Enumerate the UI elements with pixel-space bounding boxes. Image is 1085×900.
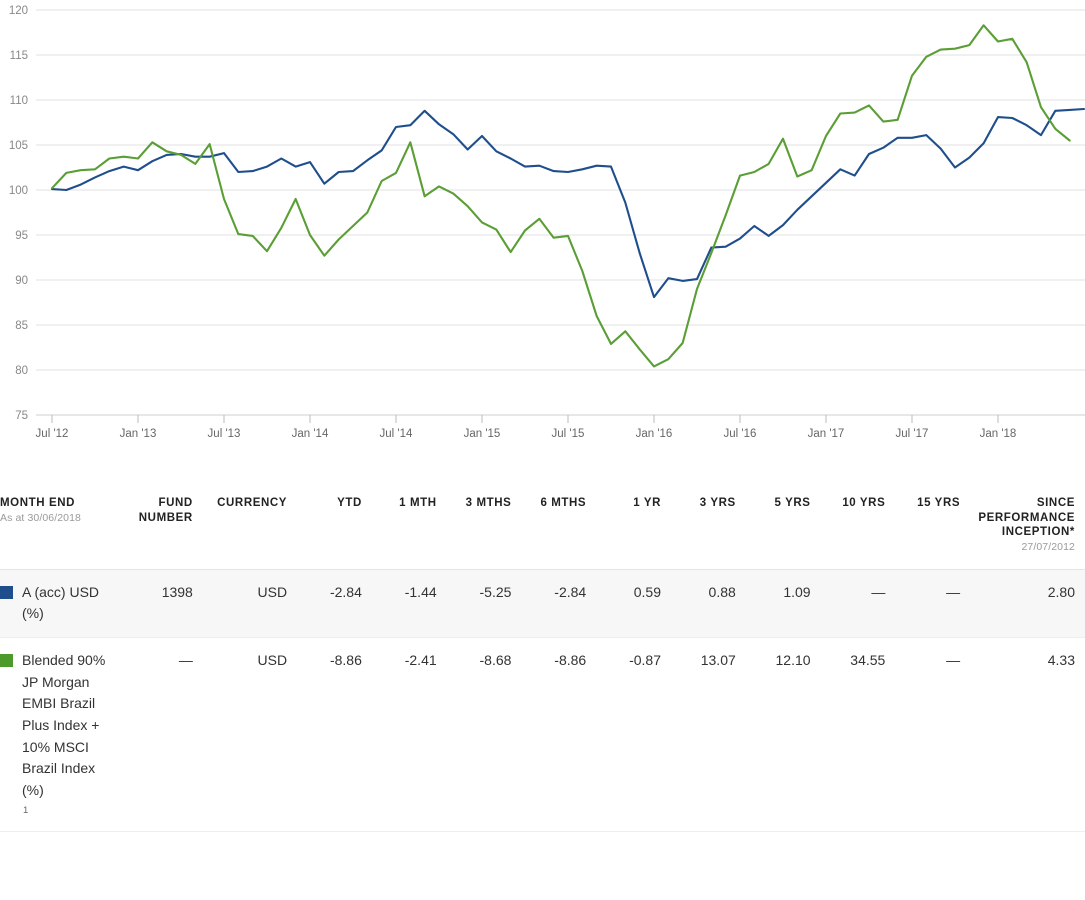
performance-chart: 75 80 85 90 95 100 105 110 115 120 Jul '12 Jan '13… xyxy=(0,0,1085,470)
row-name-label: A (acc) USD (%) xyxy=(22,584,99,622)
header-since-inception-date: 27/07/2012 xyxy=(970,541,1075,554)
chart-canvas: 75 80 85 90 95 100 105 110 115 120 Jul '12 Jan '13… xyxy=(0,0,1085,470)
row-name-cell: A (acc) USD (%) xyxy=(0,569,123,637)
table-row: A (acc) USD (%) 1398 USD -2.84 -1.44 -5.… xyxy=(0,569,1085,637)
x-axis-tick-label: Jan '15 xyxy=(464,428,501,440)
row-name-cell: Blended 90% JP Morgan EMBI Brazil Plus I… xyxy=(0,637,123,831)
chart-series xyxy=(52,25,1084,366)
header-3-mths: 3 MTHS xyxy=(447,488,522,569)
cell-3-mths: -8.68 xyxy=(447,637,522,831)
y-axis-tick-label: 100 xyxy=(9,185,28,197)
cell-3-yrs: 0.88 xyxy=(671,569,746,637)
cell-1-yr: 0.59 xyxy=(596,569,671,637)
cell-10-yrs: — xyxy=(821,569,896,637)
cell-since-inception: 4.33 xyxy=(970,637,1085,831)
table-row: Blended 90% JP Morgan EMBI Brazil Plus I… xyxy=(0,637,1085,831)
header-since-inception: SINCE PERFORMANCE INCEPTION* 27/07/2012 xyxy=(970,488,1085,569)
cell-6-mths: -8.86 xyxy=(521,637,596,831)
x-axis-ticks xyxy=(52,415,998,423)
cell-fund-number: 1398 xyxy=(123,569,203,637)
cell-5-yrs: 12.10 xyxy=(746,637,821,831)
x-axis-tick-label: Jul '13 xyxy=(208,428,241,440)
y-axis-labels: 75 80 85 90 95 100 105 110 115 120 xyxy=(9,5,28,422)
row-name-label: Blended 90% JP Morgan EMBI Brazil Plus I… xyxy=(22,652,105,798)
cell-1-yr: -0.87 xyxy=(596,637,671,831)
header-1-yr: 1 YR xyxy=(596,488,671,569)
cell-ytd: -2.84 xyxy=(297,569,372,637)
header-3-yrs: 3 YRS xyxy=(671,488,746,569)
benchmark-series-line xyxy=(52,25,1070,366)
cell-15-yrs: — xyxy=(895,637,970,831)
cell-5-yrs: 1.09 xyxy=(746,569,821,637)
series-color-swatch xyxy=(0,654,13,667)
y-axis-tick-label: 115 xyxy=(10,50,28,62)
performance-table: MONTH END As at 30/06/2018 FUND NUMBER C… xyxy=(0,488,1085,832)
header-month-end-date: As at 30/06/2018 xyxy=(0,512,117,525)
header-month-end: MONTH END As at 30/06/2018 xyxy=(0,488,123,569)
y-axis-tick-label: 110 xyxy=(10,95,28,107)
cell-10-yrs: 34.55 xyxy=(821,637,896,831)
chart-gridlines xyxy=(36,10,1085,415)
x-axis-labels: Jul '12 Jan '13 Jul '13 Jan '14 Jul '14 Jan '… xyxy=(36,428,1017,440)
x-axis-tick-label: Jul '12 xyxy=(36,428,69,440)
x-axis-tick-label: Jan '16 xyxy=(636,428,673,440)
cell-3-mths: -5.25 xyxy=(447,569,522,637)
header-fund-number: FUND NUMBER xyxy=(123,488,203,569)
x-axis-tick-label: Jan '18 xyxy=(980,428,1017,440)
header-currency: CURRENCY xyxy=(203,488,297,569)
y-axis-tick-label: 90 xyxy=(15,275,28,287)
cell-currency: USD xyxy=(203,569,297,637)
y-axis-tick-label: 105 xyxy=(9,140,28,152)
x-axis-tick-label: Jul '15 xyxy=(552,428,585,440)
series-color-swatch xyxy=(0,586,13,599)
x-axis-tick-label: Jul '17 xyxy=(896,428,929,440)
cell-fund-number: — xyxy=(123,637,203,831)
cell-ytd: -8.86 xyxy=(297,637,372,831)
header-since-inception-label: SINCE PERFORMANCE INCEPTION* xyxy=(978,497,1075,538)
y-axis-tick-label: 80 xyxy=(15,365,28,377)
y-axis-tick-label: 75 xyxy=(15,410,28,422)
y-axis-tick-label: 120 xyxy=(9,5,28,17)
x-axis-tick-label: Jan '13 xyxy=(120,428,157,440)
x-axis-tick-label: Jul '14 xyxy=(380,428,413,440)
fund-series-line xyxy=(52,109,1084,297)
cell-15-yrs: — xyxy=(895,569,970,637)
header-month-end-label: MONTH END xyxy=(0,497,75,509)
x-axis-tick-label: Jan '17 xyxy=(808,428,845,440)
cell-3-yrs: 13.07 xyxy=(671,637,746,831)
cell-since-inception: 2.80 xyxy=(970,569,1085,637)
x-axis-tick-label: Jan '14 xyxy=(292,428,329,440)
header-1-mth: 1 MTH xyxy=(372,488,447,569)
header-5-yrs: 5 YRS xyxy=(746,488,821,569)
x-axis-tick-label: Jul '16 xyxy=(724,428,757,440)
header-6-mths: 6 MTHS xyxy=(521,488,596,569)
cell-currency: USD xyxy=(203,637,297,831)
cell-6-mths: -2.84 xyxy=(521,569,596,637)
performance-page: 75 80 85 90 95 100 105 110 115 120 Jul '12 Jan '13… xyxy=(0,0,1085,900)
header-ytd: YTD xyxy=(297,488,372,569)
y-axis-tick-label: 95 xyxy=(15,230,28,242)
cell-1-mth: -2.41 xyxy=(372,637,447,831)
row-footnote-marker: 1 xyxy=(23,804,119,819)
header-15-yrs: 15 YRS xyxy=(895,488,970,569)
header-10-yrs: 10 YRS xyxy=(821,488,896,569)
y-axis-tick-label: 85 xyxy=(15,320,28,332)
cell-1-mth: -1.44 xyxy=(372,569,447,637)
table-header-row: MONTH END As at 30/06/2018 FUND NUMBER C… xyxy=(0,488,1085,569)
